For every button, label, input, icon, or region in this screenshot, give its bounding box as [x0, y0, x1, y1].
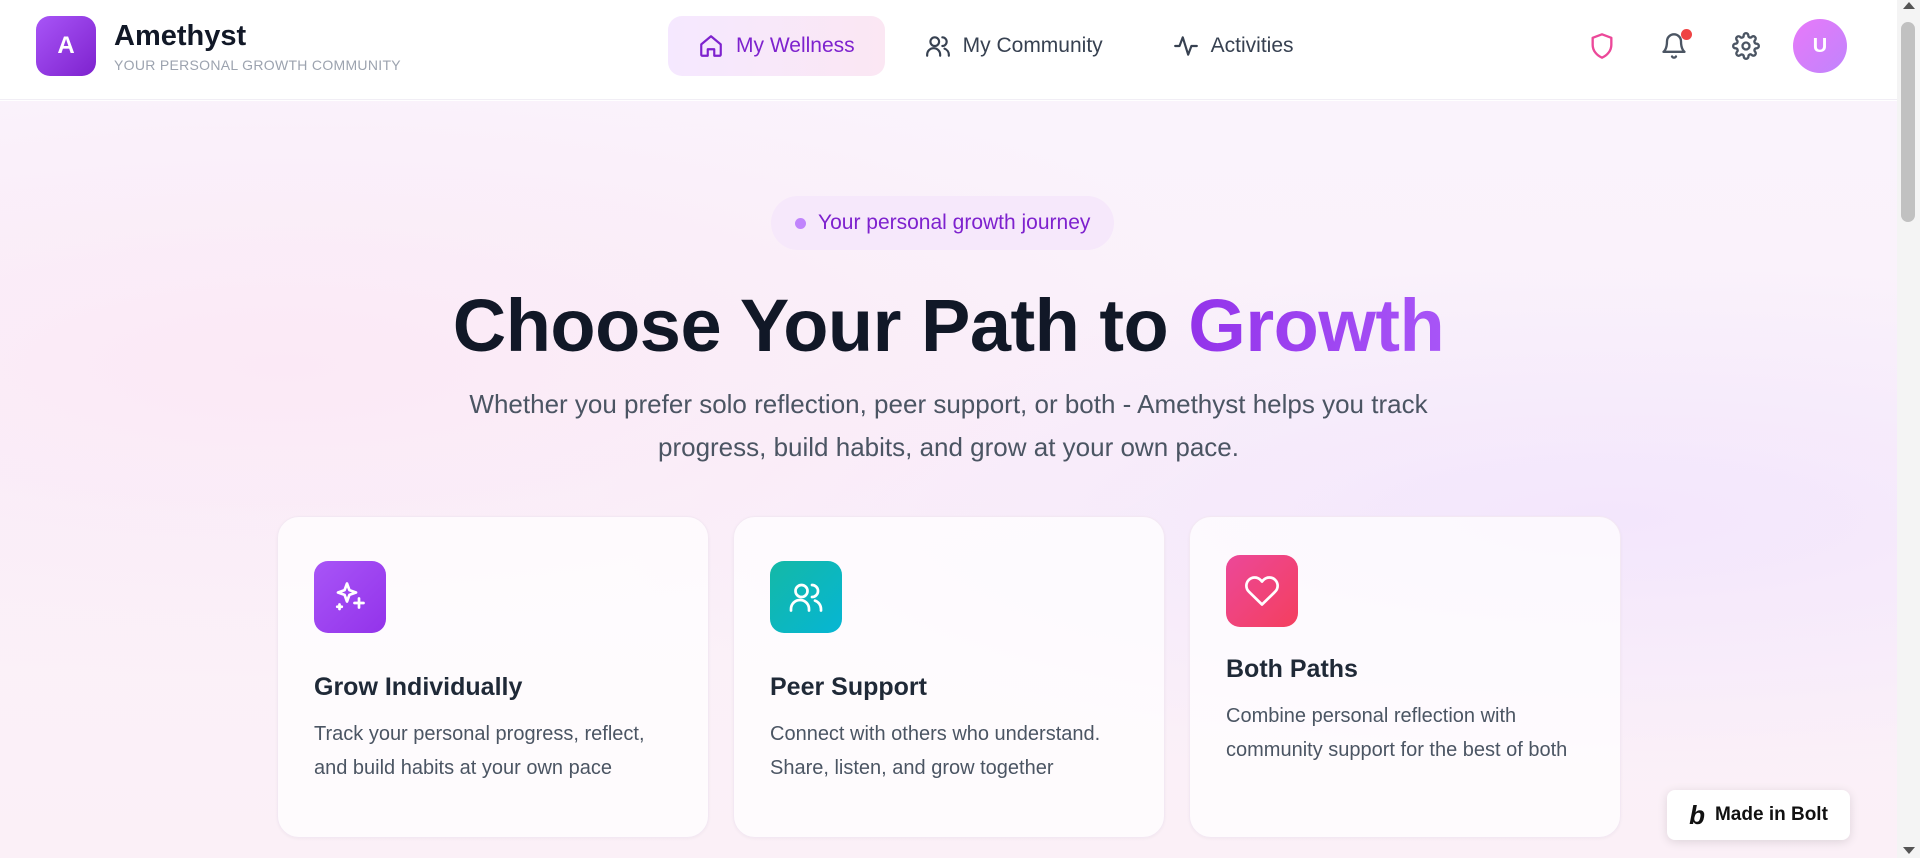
card-description: Track your personal progress, reflect, a…	[314, 723, 645, 779]
gear-icon	[1732, 32, 1760, 60]
brand-name: Amethyst	[114, 20, 247, 52]
journey-pill: Your personal growth journey	[771, 196, 1115, 250]
shield-button[interactable]	[1577, 21, 1627, 71]
hero-title-accent: Growth	[1188, 284, 1445, 367]
users-icon	[925, 36, 950, 57]
brand-tagline: YOUR PERSONAL GROWTH COMMUNITY	[114, 57, 401, 73]
shield-icon	[1591, 33, 1613, 59]
nav-activities[interactable]: Activities	[1143, 16, 1324, 76]
home-icon	[700, 35, 722, 57]
nav-label: Activities	[1210, 34, 1294, 57]
card-title: Both Paths	[1226, 655, 1358, 683]
main-content: Your personal growth journey Choose Your…	[0, 101, 1897, 858]
users-icon	[770, 561, 842, 633]
card-peer-support[interactable]: Peer Support Connect with others who und…	[733, 516, 1165, 838]
card-grow-individually[interactable]: Grow Individually Track your personal pr…	[277, 516, 709, 838]
made-in-bolt-badge[interactable]: b Made in Bolt	[1667, 790, 1850, 840]
nav-label: My Wellness	[736, 34, 855, 57]
card-description: Combine personal reflection with communi…	[1226, 705, 1568, 761]
scroll-up-arrow-icon[interactable]	[1903, 2, 1915, 9]
card-description: Connect with others who understand. Shar…	[770, 723, 1101, 779]
header-actions: U	[1577, 18, 1847, 74]
settings-button[interactable]	[1721, 21, 1771, 71]
card-title: Grow Individually	[314, 673, 523, 701]
hero-title: Choose Your Path to Growth	[0, 283, 1897, 368]
pill-text: Your personal growth journey	[818, 211, 1091, 234]
vertical-scrollbar[interactable]	[1897, 0, 1920, 858]
pill-dot	[795, 217, 806, 229]
avatar[interactable]: U	[1793, 19, 1847, 73]
heart-icon	[1226, 555, 1298, 627]
badge-label: Made in Bolt	[1714, 804, 1828, 825]
nav-my-wellness[interactable]: My Wellness	[668, 16, 885, 76]
bolt-logo-icon: b	[1689, 799, 1705, 830]
card-both-paths[interactable]: Both Paths Combine personal reflection w…	[1189, 516, 1621, 838]
nav-my-community[interactable]: My Community	[895, 16, 1133, 76]
hero-title-main: Choose Your Path to	[452, 284, 1189, 367]
hero-subtitle: Whether you prefer solo reflection, peer…	[469, 389, 1428, 462]
logo[interactable]: A	[36, 16, 96, 76]
path-cards: Grow Individually Track your personal pr…	[277, 516, 1621, 838]
sparkles-icon	[314, 561, 386, 633]
notifications-button[interactable]	[1649, 21, 1699, 71]
notification-dot	[1681, 29, 1692, 40]
nav-label: My Community	[962, 34, 1103, 57]
activity-icon	[1173, 36, 1198, 56]
scroll-down-arrow-icon[interactable]	[1903, 847, 1915, 854]
card-title: Peer Support	[770, 673, 927, 701]
top-header: A Amethyst YOUR PERSONAL GROWTH COMMUNIT…	[0, 0, 1897, 100]
scroll-thumb[interactable]	[1901, 22, 1915, 222]
main-nav: My Wellness My Community Activities	[668, 16, 1324, 76]
